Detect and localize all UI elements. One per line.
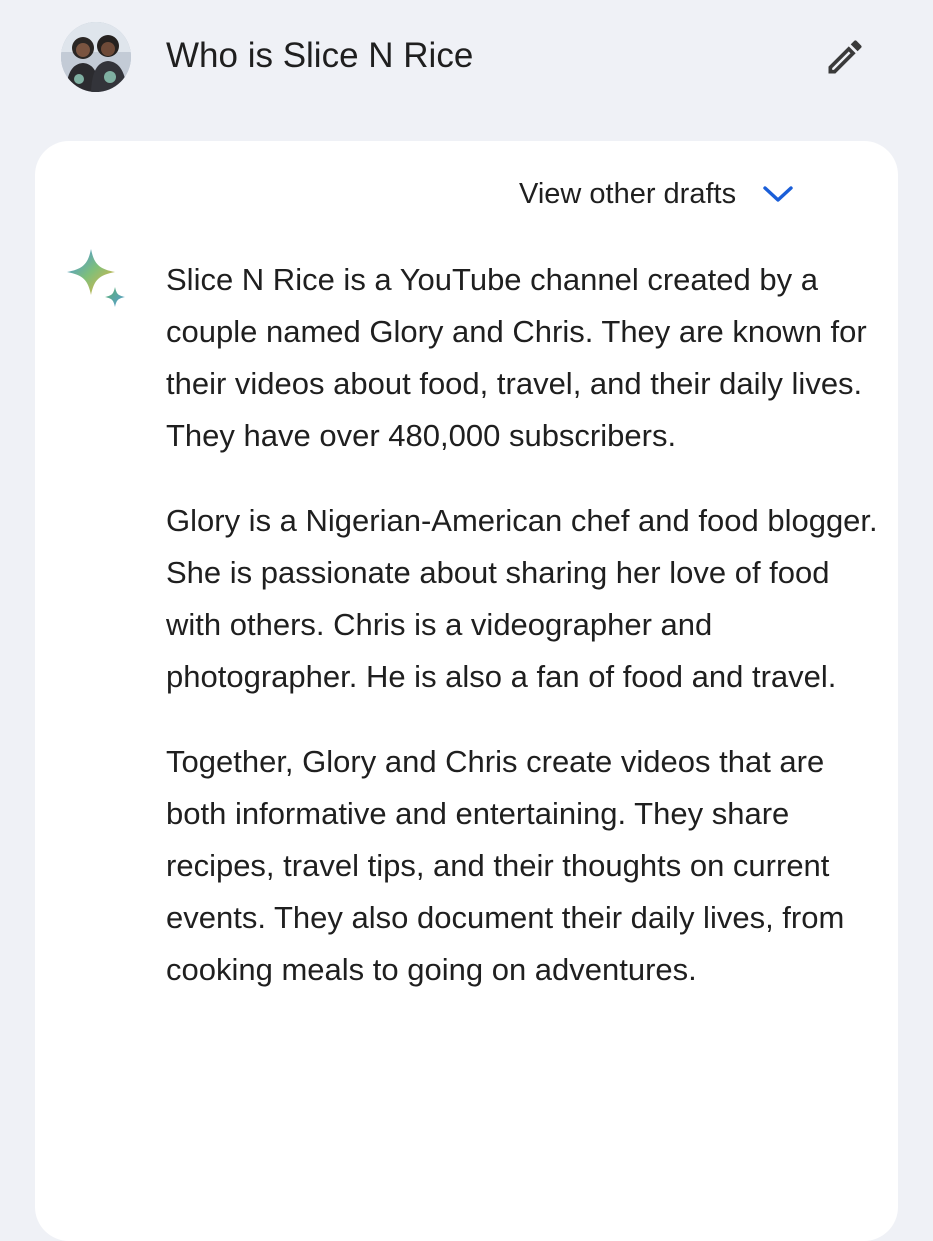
view-other-drafts-label: View other drafts (519, 177, 737, 210)
view-other-drafts-button[interactable]: View other drafts (519, 171, 794, 217)
response-paragraph: Slice N Rice is a YouTube channel create… (166, 262, 867, 453)
prompt-text: Who is Slice N Rice (166, 36, 474, 75)
user-avatar-photo (61, 22, 131, 92)
response-paragraph: Glory is a Nigerian-American chef and fo… (166, 503, 878, 694)
response-paragraph: Together, Glory and Chris create videos … (166, 744, 845, 987)
pencil-icon (828, 40, 862, 74)
user-prompt-row: Who is Slice N Rice (0, 0, 933, 112)
edit-prompt-button[interactable] (818, 30, 872, 84)
response-card: View other drafts Slice N Rice is a YouT… (35, 141, 898, 1241)
response-text: Slice N Rice is a YouTube channel create… (166, 254, 878, 1029)
sparkle-icon (63, 247, 131, 315)
user-avatar[interactable] (61, 22, 131, 92)
chevron-down-icon (762, 184, 794, 204)
